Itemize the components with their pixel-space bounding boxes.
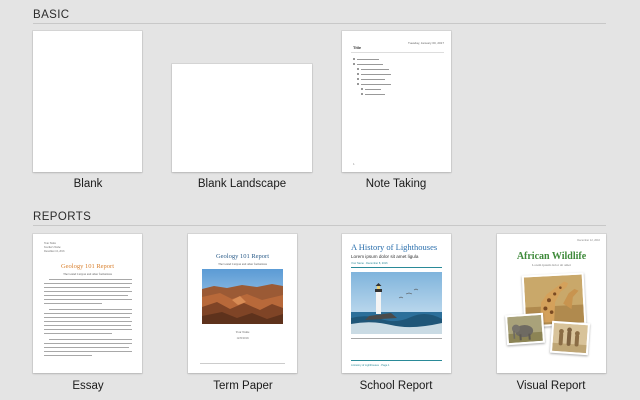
essay-header-line: Your Name [44,242,56,245]
note-rule [351,52,444,53]
text-line [357,64,383,65]
template-essay-label[interactable]: Essay [8,380,168,392]
text-line [44,333,112,335]
elephant-photo [504,312,546,346]
template-blank-landscape-label[interactable]: Blank Landscape [162,178,322,190]
school-report-subtitle: Lorem ipsum dolor sit amet ligula [351,254,419,259]
canyon-photo [202,269,283,324]
meerkat-image [552,322,588,354]
essay-title: Geology 101 Report [60,263,115,270]
template-essay-thumbnail[interactable]: Your Name Teacher's Name December 16, 20… [33,234,142,373]
essay-subtitle: The Grand Canyon and other formations [63,272,112,276]
text-line [44,321,132,323]
visual-report-title: African Wildlife [516,251,587,262]
text-line [357,59,379,60]
template-note-taking-thumbnail[interactable]: Tuesday, January 00, 2017 Title 1 [342,31,451,172]
footer-rule [200,363,285,364]
text-line [44,303,102,305]
essay-header-line: Teacher's Name [44,246,61,249]
template-term-paper-label[interactable]: Term Paper [163,380,323,392]
template-visual-report-thumbnail[interactable]: December 12, 2016 African Wildlife Lorem… [497,234,606,373]
template-note-taking-label[interactable]: Note Taking [316,178,476,190]
text-line [49,279,132,281]
template-blank-thumbnail[interactable] [33,31,142,172]
term-paper-title: Geology 101 Report [215,253,270,260]
school-report-footer: A History of Lighthouses · Page 1 [351,364,390,367]
text-line [44,343,132,345]
template-term-paper-thumbnail[interactable]: Geology 101 Report The Grand Canyon and … [188,234,297,373]
meerkat-photo [549,320,591,356]
section-divider [33,23,606,24]
text-line [351,338,442,340]
text-line [44,317,130,319]
text-line [44,283,132,285]
school-report-meta: Your Name · December 8, 2016 [351,262,388,265]
text-line [44,295,128,297]
text-line [44,313,132,315]
text-line [44,351,132,353]
template-blank-landscape-thumbnail[interactable] [172,64,312,172]
canyon-image [202,269,283,324]
bullet [357,78,359,80]
bullet [361,93,363,95]
bullet [361,88,363,90]
term-paper-subtitle: The Grand Canyon and other formations [218,262,267,266]
text-line [361,69,389,70]
footer-rule [351,360,442,361]
section-divider [33,225,606,226]
text-line [44,329,132,331]
visual-report-subtitle: Lorem ipsum dolor sit amet [532,263,571,267]
elephant-image [507,314,543,344]
text-line [44,299,132,301]
term-paper-author: Your Name [235,330,250,334]
text-line [44,355,92,357]
text-line [365,89,381,90]
template-visual-report-label[interactable]: Visual Report [471,380,631,392]
note-title: Title [353,45,362,50]
term-paper-date: 12/8/2016 [236,336,249,340]
text-line [49,339,132,341]
lighthouse-photo [351,272,442,334]
page-number: 1 [353,162,355,166]
template-school-report-thumbnail[interactable]: A History of Lighthouses Lorem ipsum dol… [342,234,451,373]
bullet [353,63,355,65]
bullet [357,68,359,70]
bullet [357,83,359,85]
text-line [44,287,130,289]
bullet [353,58,355,60]
school-report-title: A History of Lighthouses [351,242,438,252]
text-line [49,309,132,311]
header-rule [351,267,442,268]
section-title-basic: BASIC [33,9,70,21]
text-line [44,347,129,349]
template-school-report-label[interactable]: School Report [316,380,476,392]
bullet [357,73,359,75]
text-line [44,325,131,327]
text-line [365,94,385,95]
template-blank-label[interactable]: Blank [8,178,168,190]
text-line [44,291,132,293]
note-date: Tuesday, January 00, 2017 [407,41,444,45]
text-line [361,79,385,80]
section-title-reports: REPORTS [33,211,92,223]
text-line [361,84,391,85]
visual-report-date: December 12, 2016 [577,239,600,242]
essay-header-line: December 16, 2016 [44,250,65,253]
text-line [361,74,391,75]
lighthouse-image [351,272,442,334]
